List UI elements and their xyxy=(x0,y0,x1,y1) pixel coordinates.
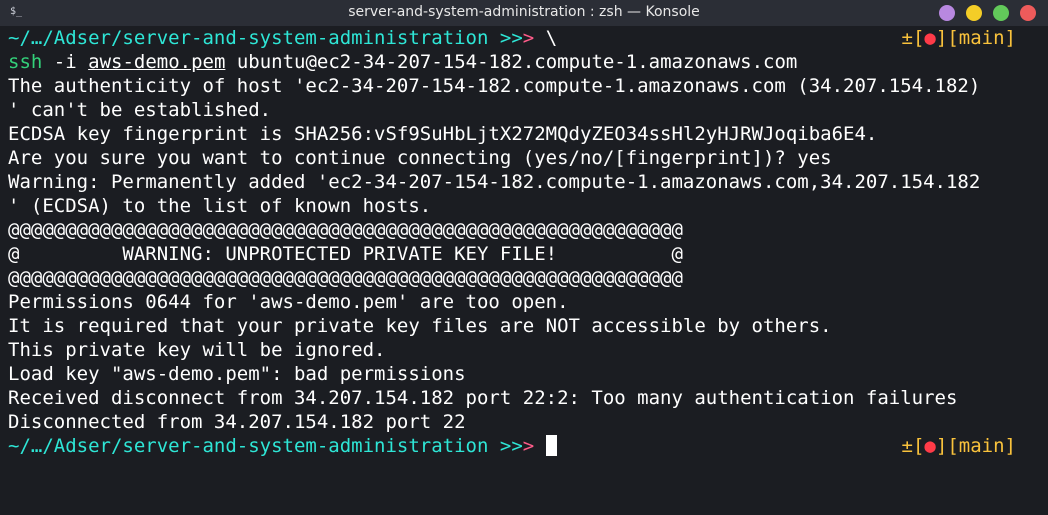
git-status-1: ±[●][main] xyxy=(902,26,1016,50)
title-bar[interactable]: $_ server-and-system-administration : zs… xyxy=(0,0,1048,26)
output-line: @@@@@@@@@@@@@@@@@@@@@@@@@@@@@@@@@@@@@@@@… xyxy=(8,267,683,289)
prompt-arrow-accent: > xyxy=(522,435,535,457)
close-button[interactable] xyxy=(1020,5,1036,21)
prompt-line-2[interactable]: ~/…/Adser/server-and-system-administrati… xyxy=(8,434,557,458)
output-line: Disconnected from 34.207.154.182 port 22 xyxy=(8,411,466,433)
output-line: @ WARNING: UNPROTECTED PRIVATE KEY FILE!… xyxy=(8,243,683,265)
git-bracket: ] xyxy=(1004,435,1016,457)
minimize-button[interactable] xyxy=(966,5,982,21)
output-line: The authenticity of host 'ec2-34-207-154… xyxy=(8,75,981,97)
output-line: Warning: Permanently added 'ec2-34-207-1… xyxy=(8,171,981,193)
command-flag: -i xyxy=(53,51,77,73)
output-line: Received disconnect from 34.207.154.182 … xyxy=(8,387,958,409)
keep-above-button[interactable] xyxy=(939,5,955,21)
konsole-window: $_ server-and-system-administration : zs… xyxy=(0,0,1048,515)
git-bracket: ] xyxy=(1004,27,1016,49)
prompt-path: ~/…/Adser/server-and-system-administrati… xyxy=(8,27,489,49)
window-title: server-and-system-administration : zsh —… xyxy=(348,4,700,20)
prompt-arrows: >> xyxy=(499,435,523,457)
command-keyfile: aws-demo.pem xyxy=(88,51,226,73)
git-bracket: ] xyxy=(935,435,948,457)
git-bracket: [ xyxy=(947,435,959,457)
output-line: It is required that your private key fil… xyxy=(8,315,832,337)
maximize-button[interactable] xyxy=(993,5,1009,21)
output-line: Are you sure you want to continue connec… xyxy=(8,147,832,169)
output-line: ' (ECDSA) to the list of known hosts. xyxy=(8,195,432,217)
git-dirty-symbol: ± xyxy=(901,435,913,457)
command-line: ssh -i aws-demo.pem ubuntu@ec2-34-207-15… xyxy=(8,50,797,74)
output-line: Permissions 0644 for 'aws-demo.pem' are … xyxy=(8,291,569,313)
git-bracket: ] xyxy=(935,27,948,49)
output-line: Load key "aws-demo.pem": bad permissions xyxy=(8,363,466,385)
terminal-view[interactable]: ~/…/Adser/server-and-system-administrati… xyxy=(0,26,1048,515)
git-bracket: [ xyxy=(947,27,959,49)
prompt-arrows: >> xyxy=(499,27,523,49)
git-dot-icon: ● xyxy=(924,435,936,457)
git-branch: main xyxy=(958,27,1005,49)
git-dirty-symbol: ± xyxy=(901,27,913,49)
output-line: ' can't be established. xyxy=(8,99,272,121)
output-line: This private key will be ignored. xyxy=(8,339,386,361)
prompt-arrow-accent: > xyxy=(522,27,535,49)
git-status-2: ±[●][main] xyxy=(902,434,1016,458)
text-cursor[interactable] xyxy=(545,435,557,456)
command-name: ssh xyxy=(8,51,43,73)
git-branch: main xyxy=(958,435,1005,457)
prompt-path: ~/…/Adser/server-and-system-administrati… xyxy=(8,435,489,457)
git-dot-icon: ● xyxy=(924,27,936,49)
output-line: ECDSA key fingerprint is SHA256:vSf9SuHb… xyxy=(8,123,878,145)
git-bracket: [ xyxy=(912,435,925,457)
git-bracket: [ xyxy=(912,27,925,49)
prompt-line-1: ~/…/Adser/server-and-system-administrati… xyxy=(8,26,557,50)
output-line: @@@@@@@@@@@@@@@@@@@@@@@@@@@@@@@@@@@@@@@@… xyxy=(8,219,683,241)
line-continuation: \ xyxy=(545,27,558,49)
command-target: ubuntu@ec2-34-207-154-182.compute-1.amaz… xyxy=(236,51,798,73)
